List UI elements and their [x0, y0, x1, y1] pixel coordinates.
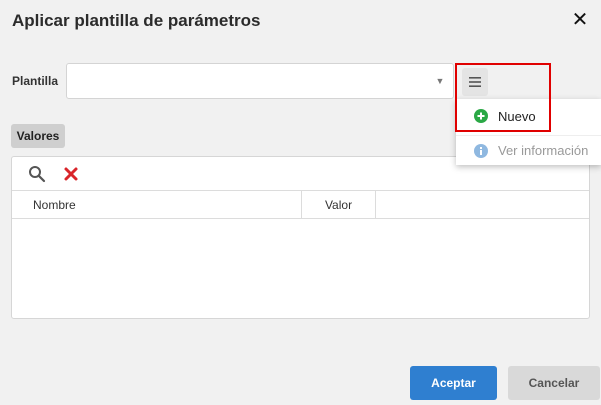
delete-icon[interactable] [63, 165, 79, 183]
valores-tab[interactable]: Valores [11, 124, 65, 148]
column-header-valor[interactable]: Valor [302, 191, 376, 218]
template-menu-button[interactable] [462, 68, 488, 96]
search-icon[interactable] [28, 165, 46, 183]
close-button[interactable]: ✕ [569, 9, 591, 31]
apply-template-dialog: Aplicar plantilla de parámetros ✕ Planti… [0, 0, 601, 405]
column-header-nombre[interactable]: Nombre [12, 191, 302, 218]
valores-panel: Nombre Valor [11, 156, 590, 319]
template-menu-dropdown: Nuevo Ver información [456, 99, 601, 165]
plantilla-label: Plantilla [12, 74, 59, 88]
info-circle-icon [474, 143, 488, 158]
menu-item-nuevo[interactable]: Nuevo [456, 101, 601, 131]
menu-item-ver-informacion[interactable]: Ver información [456, 135, 601, 165]
menu-item-label: Nuevo [498, 108, 536, 124]
valores-grid-header: Nombre Valor [12, 190, 589, 219]
dialog-title: Aplicar plantilla de parámetros [12, 11, 261, 30]
add-circle-icon [474, 109, 488, 123]
cancel-button[interactable]: Cancelar [508, 366, 600, 400]
accept-button[interactable]: Aceptar [410, 366, 497, 400]
close-icon: ✕ [571, 9, 589, 31]
plantilla-select[interactable]: ▼ [66, 63, 454, 99]
menu-icon [469, 77, 481, 87]
menu-item-label: Ver información [498, 143, 589, 158]
chevron-down-icon: ▼ [435, 76, 445, 86]
combo-arrow-button[interactable]: ▼ [427, 64, 453, 98]
